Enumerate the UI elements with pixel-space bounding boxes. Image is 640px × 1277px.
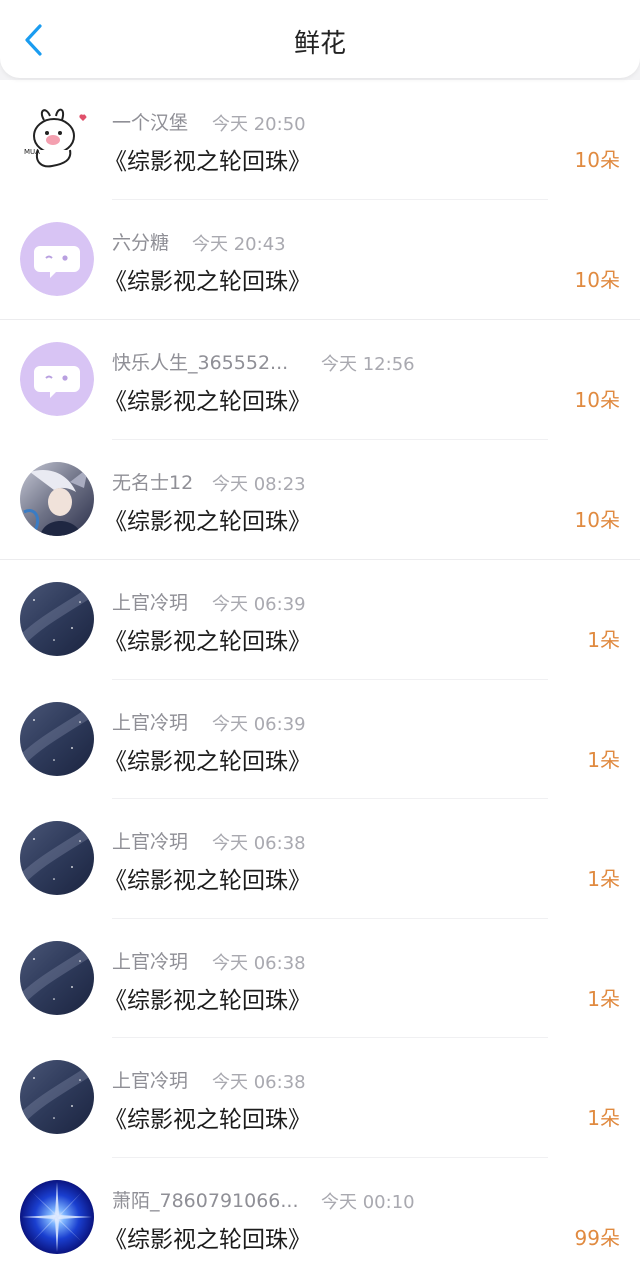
avatar[interactable]	[20, 342, 94, 416]
book-title[interactable]: 《综影视之轮回珠》	[104, 142, 311, 176]
flower-count: 1朵	[587, 863, 620, 892]
book-title[interactable]: 《综影视之轮回珠》	[104, 742, 311, 776]
night-sky-icon	[20, 941, 94, 1015]
avatar[interactable]	[20, 1180, 94, 1254]
blue-starburst-icon	[20, 1180, 94, 1254]
timestamp: 今天 06:38	[212, 829, 306, 855]
flower-count: 10朵	[575, 504, 620, 533]
flower-count: 1朵	[587, 1102, 620, 1131]
book-title[interactable]: 《综影视之轮回珠》	[104, 861, 311, 895]
anime-character-icon	[20, 462, 94, 536]
night-sky-icon	[20, 582, 94, 656]
username[interactable]: 六分糖	[112, 228, 169, 255]
username[interactable]: 一个汉堡	[112, 108, 188, 135]
username[interactable]: 上官冷玥	[112, 827, 188, 854]
flower-count: 1朵	[587, 744, 620, 773]
timestamp: 今天 06:39	[212, 590, 306, 616]
list-item[interactable]: 上官冷玥 今天 06:38 《综影视之轮回珠》 1朵	[0, 919, 640, 1039]
flower-gift-list: MUA 一个汉堡 今天 20:50 《综影视之轮回珠》 10朵 六分糖 今天 2…	[0, 80, 640, 1277]
avatar[interactable]	[20, 222, 94, 296]
list-item[interactable]: 无名士12 今天 08:23 《综影视之轮回珠》 10朵	[0, 440, 640, 560]
night-sky-icon	[20, 702, 94, 776]
page-title: 鲜花	[0, 26, 640, 62]
flower-count: 10朵	[575, 384, 620, 413]
list-item[interactable]: 快乐人生_365552... 今天 12:56 《综影视之轮回珠》 10朵	[0, 319, 640, 440]
list-item[interactable]: 萧陌_7860791066... 今天 00:10 《综影视之轮回珠》 99朵	[0, 1158, 640, 1277]
night-sky-icon	[20, 1060, 94, 1134]
flower-count: 10朵	[575, 264, 620, 293]
book-title[interactable]: 《综影视之轮回珠》	[104, 1100, 311, 1134]
avatar[interactable]	[20, 1060, 94, 1134]
book-title[interactable]: 《综影视之轮回珠》	[104, 622, 311, 656]
book-title[interactable]: 《综影视之轮回珠》	[104, 1220, 311, 1254]
chat-face-icon	[20, 342, 94, 416]
flower-count: 99朵	[575, 1222, 620, 1251]
avatar[interactable]	[20, 941, 94, 1015]
username[interactable]: 上官冷玥	[112, 708, 188, 735]
timestamp: 今天 08:23	[212, 470, 306, 496]
username[interactable]: 上官冷玥	[112, 1066, 188, 1093]
timestamp: 今天 20:50	[212, 110, 306, 136]
username[interactable]: 无名士12	[112, 468, 193, 495]
book-title[interactable]: 《综影视之轮回珠》	[104, 502, 311, 536]
book-title[interactable]: 《综影视之轮回珠》	[104, 981, 311, 1015]
username[interactable]: 上官冷玥	[112, 588, 188, 615]
book-title[interactable]: 《综影视之轮回珠》	[104, 382, 311, 416]
avatar[interactable]	[20, 821, 94, 895]
chat-face-icon	[20, 222, 94, 296]
avatar[interactable]	[20, 462, 94, 536]
flower-count: 10朵	[575, 144, 620, 173]
timestamp: 今天 06:38	[212, 949, 306, 975]
username[interactable]: 上官冷玥	[112, 947, 188, 974]
night-sky-icon	[20, 821, 94, 895]
list-item[interactable]: 上官冷玥 今天 06:39 《综影视之轮回珠》 1朵	[0, 559, 640, 680]
flower-count: 1朵	[587, 983, 620, 1012]
list-item[interactable]: MUA 一个汉堡 今天 20:50 《综影视之轮回珠》 10朵	[0, 80, 640, 200]
timestamp: 今天 06:38	[212, 1068, 306, 1094]
timestamp: 今天 12:56	[321, 350, 415, 376]
list-item[interactable]: 六分糖 今天 20:43 《综影视之轮回珠》 10朵	[0, 200, 640, 320]
timestamp: 今天 00:10	[321, 1188, 415, 1214]
avatar[interactable]: MUA	[20, 102, 94, 176]
list-item[interactable]: 上官冷玥 今天 06:38 《综影视之轮回珠》 1朵	[0, 1038, 640, 1158]
bunny-sticker-icon: MUA	[20, 102, 94, 176]
top-bar: 鲜花	[0, 0, 640, 78]
svg-text:MUA: MUA	[24, 148, 40, 156]
flower-count: 1朵	[587, 624, 620, 653]
list-item[interactable]: 上官冷玥 今天 06:38 《综影视之轮回珠》 1朵	[0, 799, 640, 919]
username[interactable]: 快乐人生_365552...	[112, 348, 288, 375]
username[interactable]: 萧陌_7860791066...	[112, 1186, 299, 1213]
avatar[interactable]	[20, 582, 94, 656]
book-title[interactable]: 《综影视之轮回珠》	[104, 262, 311, 296]
timestamp: 今天 06:39	[212, 710, 306, 736]
timestamp: 今天 20:43	[192, 230, 286, 256]
list-item[interactable]: 上官冷玥 今天 06:39 《综影视之轮回珠》 1朵	[0, 680, 640, 800]
avatar[interactable]	[20, 702, 94, 776]
